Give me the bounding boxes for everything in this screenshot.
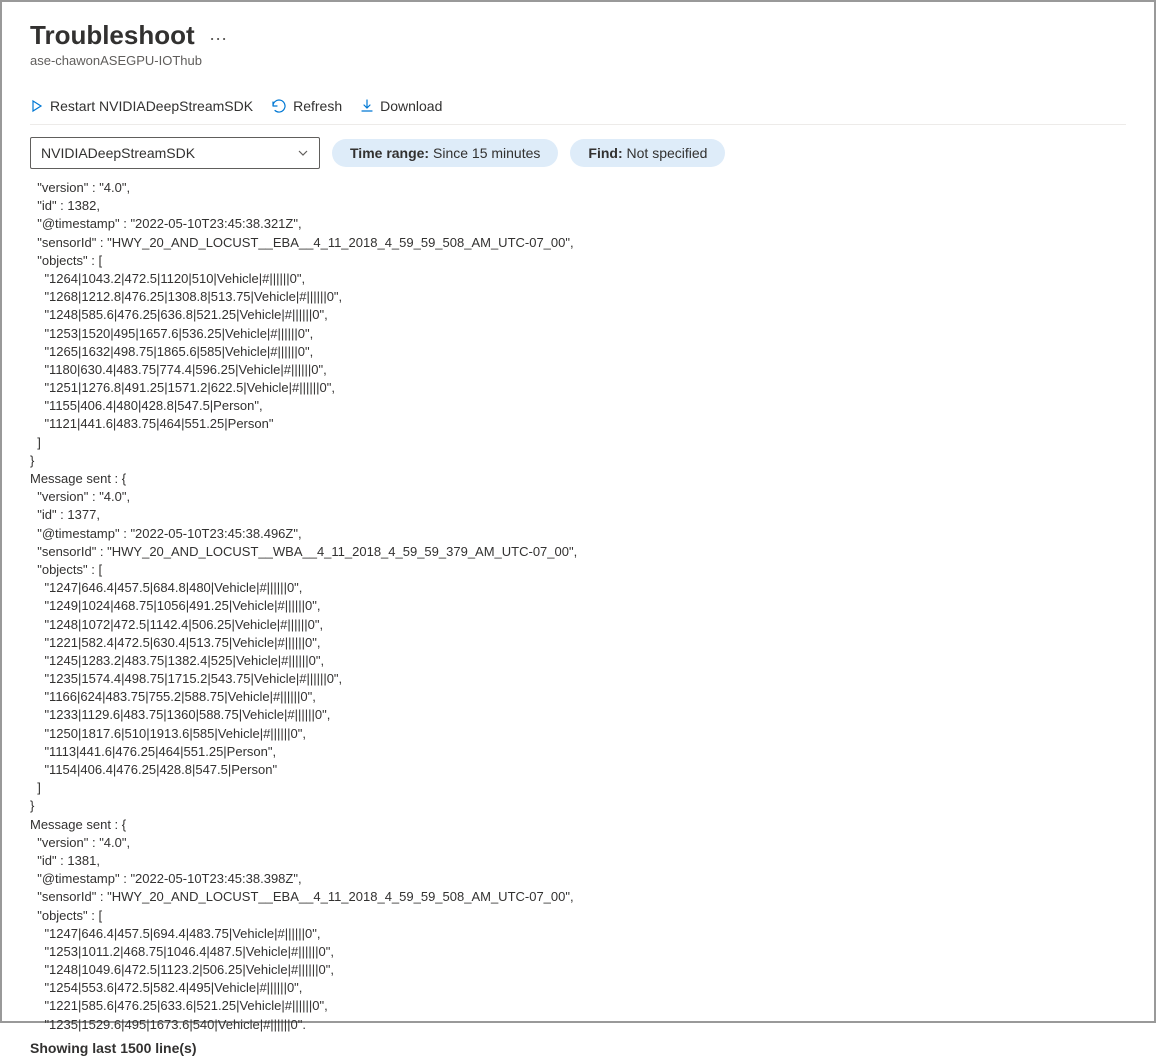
log-line: "1235|1529.6|495|1673.6|540|Vehicle|#|||… — [30, 1016, 1126, 1034]
log-line: "1221|585.6|476.25|633.6|521.25|Vehicle|… — [30, 997, 1126, 1015]
log-line: Message sent : { — [30, 816, 1126, 834]
log-line: "1249|1024|468.75|1056|491.25|Vehicle|#|… — [30, 597, 1126, 615]
find-value: Not specified — [627, 145, 708, 161]
log-line: "1268|1212.8|476.25|1308.8|513.75|Vehicl… — [30, 288, 1126, 306]
log-line: "1251|1276.8|491.25|1571.2|622.5|Vehicle… — [30, 379, 1126, 397]
log-line: "version" : "4.0", — [30, 488, 1126, 506]
log-line: "1247|646.4|457.5|684.8|480|Vehicle|#|||… — [30, 579, 1126, 597]
chevron-down-icon — [297, 147, 309, 159]
time-range-value: Since 15 minutes — [433, 145, 540, 161]
log-line: "1248|1072|472.5|1142.4|506.25|Vehicle|#… — [30, 616, 1126, 634]
log-line: Message sent : { — [30, 470, 1126, 488]
log-line: "@timestamp" : "2022-05-10T23:45:38.496Z… — [30, 525, 1126, 543]
time-range-label: Time range: — [350, 145, 429, 161]
log-line: "sensorId" : "HWY_20_AND_LOCUST__EBA__4_… — [30, 888, 1126, 906]
play-icon — [30, 99, 44, 113]
time-range-pill[interactable]: Time range: Since 15 minutes — [332, 139, 558, 167]
download-button[interactable]: Download — [360, 98, 442, 114]
log-line: "objects" : [ — [30, 907, 1126, 925]
restart-button[interactable]: Restart NVIDIADeepStreamSDK — [30, 98, 253, 114]
toolbar: Restart NVIDIADeepStreamSDK Refresh Down… — [30, 98, 1126, 125]
log-line: "1245|1283.2|483.75|1382.4|525|Vehicle|#… — [30, 652, 1126, 670]
log-line: "1250|1817.6|510|1913.6|585|Vehicle|#|||… — [30, 725, 1126, 743]
log-line: "1254|553.6|472.5|582.4|495|Vehicle|#|||… — [30, 979, 1126, 997]
download-label: Download — [380, 98, 442, 114]
log-line: "1235|1574.4|498.75|1715.2|543.75|Vehicl… — [30, 670, 1126, 688]
log-line: "1121|441.6|483.75|464|551.25|Person" — [30, 415, 1126, 433]
log-line: "1253|1520|495|1657.6|536.25|Vehicle|#||… — [30, 325, 1126, 343]
log-line: "1265|1632|498.75|1865.6|585|Vehicle|#||… — [30, 343, 1126, 361]
refresh-icon — [271, 98, 287, 114]
log-line: "1264|1043.2|472.5|1120|510|Vehicle|#|||… — [30, 270, 1126, 288]
page-header: Troubleshoot ⋯ ase-chawonASEGPU-IOThub — [30, 20, 1126, 68]
log-line: "1180|630.4|483.75|774.4|596.25|Vehicle|… — [30, 361, 1126, 379]
refresh-label: Refresh — [293, 98, 342, 114]
log-line: "@timestamp" : "2022-05-10T23:45:38.398Z… — [30, 870, 1126, 888]
log-line: "1233|1129.6|483.75|1360|588.75|Vehicle|… — [30, 706, 1126, 724]
find-label: Find: — [588, 145, 622, 161]
log-line: "1248|1049.6|472.5|1123.2|506.25|Vehicle… — [30, 961, 1126, 979]
footer-status: Showing last 1500 line(s) — [30, 1040, 1126, 1056]
log-line: "1248|585.6|476.25|636.8|521.25|Vehicle|… — [30, 306, 1126, 324]
log-line: "objects" : [ — [30, 252, 1126, 270]
log-line: "version" : "4.0", — [30, 834, 1126, 852]
log-line: "sensorId" : "HWY_20_AND_LOCUST__EBA__4_… — [30, 234, 1126, 252]
log-line: "@timestamp" : "2022-05-10T23:45:38.321Z… — [30, 215, 1126, 233]
log-line: "1221|582.4|472.5|630.4|513.75|Vehicle|#… — [30, 634, 1126, 652]
download-icon — [360, 99, 374, 113]
log-line: ] — [30, 779, 1126, 797]
restart-label: Restart NVIDIADeepStreamSDK — [50, 98, 253, 114]
log-line: "id" : 1381, — [30, 852, 1126, 870]
breadcrumb: ase-chawonASEGPU-IOThub — [30, 53, 1126, 68]
log-line: ] — [30, 434, 1126, 452]
log-line: } — [30, 797, 1126, 815]
log-line: "1166|624|483.75|755.2|588.75|Vehicle|#|… — [30, 688, 1126, 706]
log-output: "version" : "4.0", "id" : 1382, "@timest… — [30, 179, 1126, 1034]
refresh-button[interactable]: Refresh — [271, 98, 342, 114]
log-line: "id" : 1382, — [30, 197, 1126, 215]
log-line: "1155|406.4|480|428.8|547.5|Person", — [30, 397, 1126, 415]
log-line: } — [30, 452, 1126, 470]
dropdown-value: NVIDIADeepStreamSDK — [41, 145, 195, 161]
page-title: Troubleshoot — [30, 20, 195, 51]
more-icon[interactable]: ⋯ — [209, 29, 227, 49]
log-line: "1247|646.4|457.5|694.4|483.75|Vehicle|#… — [30, 925, 1126, 943]
module-dropdown[interactable]: NVIDIADeepStreamSDK — [30, 137, 320, 169]
find-pill[interactable]: Find: Not specified — [570, 139, 725, 167]
log-line: "1113|441.6|476.25|464|551.25|Person", — [30, 743, 1126, 761]
log-line: "id" : 1377, — [30, 506, 1126, 524]
log-line: "1154|406.4|476.25|428.8|547.5|Person" — [30, 761, 1126, 779]
log-line: "1253|1011.2|468.75|1046.4|487.5|Vehicle… — [30, 943, 1126, 961]
log-line: "version" : "4.0", — [30, 179, 1126, 197]
filter-row: NVIDIADeepStreamSDK Time range: Since 15… — [30, 137, 1126, 169]
log-line: "sensorId" : "HWY_20_AND_LOCUST__WBA__4_… — [30, 543, 1126, 561]
log-line: "objects" : [ — [30, 561, 1126, 579]
